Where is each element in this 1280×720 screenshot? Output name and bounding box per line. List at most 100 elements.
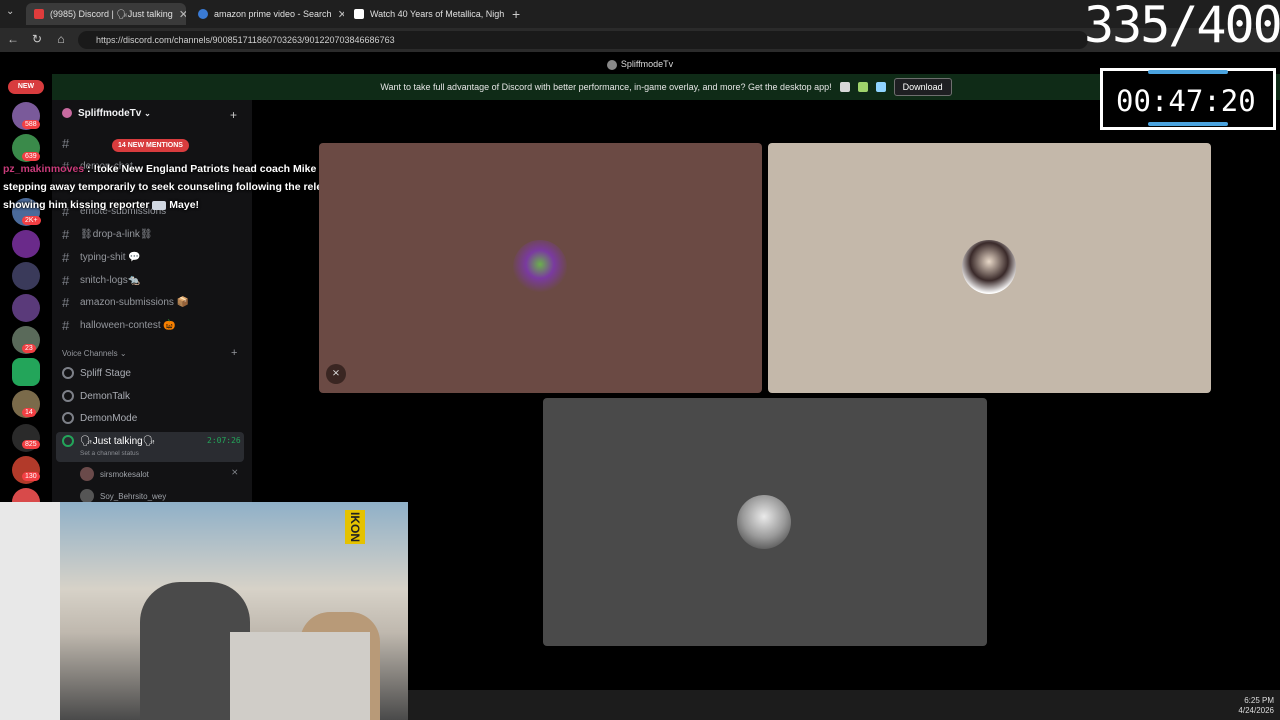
channel-name: halloween-contest 🎃 — [80, 320, 176, 331]
voice-member[interactable]: sirsmokesalot — [80, 467, 149, 481]
unread-badge: 588 — [22, 120, 40, 129]
voice-channel-item[interactable]: Spliff Stage — [62, 367, 131, 379]
hash-icon: # — [62, 295, 70, 310]
tab-search[interactable]: amazon prime video - Search ✕ — [190, 3, 344, 25]
server-icon[interactable] — [12, 294, 40, 322]
chat-message-line: showing him kissing reporter — [3, 199, 150, 211]
hash-icon: # — [62, 273, 70, 288]
voice-channel-item[interactable]: DemonMode — [62, 412, 137, 424]
windows-icon — [875, 82, 886, 92]
participant-avatar — [513, 240, 567, 294]
server-avatar-icon — [606, 59, 617, 70]
server-icon[interactable] — [12, 358, 40, 386]
discord-window-title: SpliffmodeTv — [0, 54, 1280, 74]
clock-date: 4/24/2026 — [1238, 706, 1274, 715]
chevron-down-icon: ⌄ — [119, 349, 127, 358]
reload-icon[interactable]: ↻ — [29, 32, 45, 46]
stage-icon — [62, 367, 74, 379]
timer-accent — [1148, 122, 1228, 126]
unread-badge: 825 — [22, 440, 40, 449]
new-tab-icon[interactable]: + — [512, 6, 520, 22]
tab-discord[interactable]: (9985) Discord | 🗣Just talking ✕ — [26, 3, 186, 25]
speaker-icon — [62, 412, 74, 424]
channel-name: snitch-logs🐀 — [80, 275, 141, 286]
system-clock[interactable]: 6:25 PM 4/24/2026 — [1238, 696, 1274, 716]
member-name: sirsmokesalot — [100, 469, 149, 479]
mic-muted-icon: ⨯ — [231, 467, 239, 477]
server-avatar-icon — [62, 108, 72, 119]
android-icon — [857, 82, 868, 92]
speaker-icon — [62, 390, 74, 402]
wall-sign: IKON — [345, 510, 365, 544]
apple-icon — [839, 82, 850, 92]
channel-item[interactable]: # ⛓drop-a-link⛓ — [62, 227, 153, 242]
add-channel-icon[interactable]: + — [231, 347, 237, 359]
avatar — [80, 467, 94, 481]
voice-channel-item[interactable]: DemonTalk — [62, 390, 130, 402]
tab-metallica[interactable]: Watch 40 Years of Metallica, Night ✕ — [346, 3, 504, 25]
voice-channel-name: DemonMode — [80, 412, 138, 424]
unread-badge: 2K+ — [22, 216, 41, 225]
close-tab-icon[interactable]: ✕ — [173, 8, 186, 21]
chat-message-line: : !toke New England Patriots head coach … — [87, 163, 317, 175]
channel-name: amazon-submissions 📦 — [80, 297, 190, 308]
chevron-down-icon: ⌄ — [144, 109, 151, 118]
hash-icon: # — [62, 136, 70, 151]
channel-item[interactable]: # halloween-contest 🎃 — [62, 318, 176, 333]
voice-channel-name: Spliff Stage — [80, 367, 131, 379]
participant-avatar — [737, 495, 791, 549]
chat-username: pz_makinmoves — [3, 163, 85, 175]
server-icon[interactable] — [12, 262, 40, 290]
hash-icon: # — [62, 318, 70, 333]
timer-accent — [1148, 70, 1228, 74]
video-favicon-icon — [354, 9, 364, 19]
voice-channel-name: DemonTalk — [80, 390, 131, 402]
url-bar[interactable]: https://discord.com/channels/90085171186… — [78, 31, 1088, 49]
download-button[interactable]: Download — [893, 78, 952, 96]
unread-badge: 23 — [22, 344, 36, 353]
speaker-icon — [62, 435, 74, 447]
back-icon[interactable]: ← — [5, 32, 21, 46]
tab-title: Watch 40 Years of Metallica, Night — [370, 9, 504, 19]
mic-muted-icon: ⨯ — [326, 364, 346, 384]
member-name: Soy_Behrsito_wey — [100, 491, 167, 501]
channel-item[interactable]: # — [62, 136, 74, 151]
desktop-app-banner: Want to take full advantage of Discord w… — [52, 74, 1280, 100]
channel-item[interactable]: # snitch-logs🐀 — [62, 273, 140, 288]
hash-icon: # — [62, 227, 70, 242]
server-name: SpliffmodeTv — [78, 108, 142, 119]
active-voice-name: 🗣Just talking🗣 — [80, 435, 156, 447]
server-name-header[interactable]: SpliffmodeTv ⌄ — [62, 108, 151, 119]
channel-item[interactable]: # amazon-submissions 📦 — [62, 295, 189, 310]
tab-list-menu-icon[interactable]: ⌄ — [6, 6, 14, 17]
emote-icon — [152, 200, 167, 210]
tab-title: (9985) Discord | 🗣Just talking — [50, 8, 173, 19]
door — [0, 502, 60, 720]
new-pill[interactable]: NEW — [8, 80, 44, 94]
banner-text: Want to take full advantage of Discord w… — [380, 82, 832, 92]
voice-duration: 2:07:26 — [207, 436, 241, 445]
participant-avatar — [962, 240, 1016, 294]
search-favicon-icon — [198, 9, 208, 19]
voice-member[interactable]: Soy_Behrsito_wey — [80, 489, 166, 503]
tab-title: amazon prime video - Search — [214, 9, 332, 19]
voice-channels-header[interactable]: Voice Channels ⌄ — [62, 349, 127, 358]
discord-favicon-icon — [34, 9, 44, 19]
unread-badge: 130 — [22, 472, 40, 481]
add-friend-icon[interactable]: + — [230, 108, 237, 122]
server-icon[interactable] — [12, 230, 40, 258]
channel-status-link[interactable]: Set a channel status — [80, 450, 139, 457]
voice-header-text: Voice Channels — [62, 349, 118, 358]
home-icon[interactable]: ⌂ — [53, 32, 69, 46]
clock-time: 6:25 PM — [1244, 696, 1274, 705]
active-voice-title: 🗣Just talking🗣 — [62, 435, 155, 447]
new-mentions-pill[interactable]: 14 NEW MENTIONS — [112, 139, 189, 152]
unread-badge: 14 — [22, 408, 36, 417]
taskbar — [408, 690, 1280, 720]
close-tab-icon[interactable]: ✕ — [332, 8, 344, 21]
channel-name: ⛓drop-a-link⛓ — [80, 229, 153, 240]
hash-icon: # — [62, 250, 70, 265]
stream-timer: 00:47:20 — [1116, 84, 1256, 118]
channel-item[interactable]: # typing-shit 💬 — [62, 250, 141, 265]
couch — [230, 632, 370, 720]
